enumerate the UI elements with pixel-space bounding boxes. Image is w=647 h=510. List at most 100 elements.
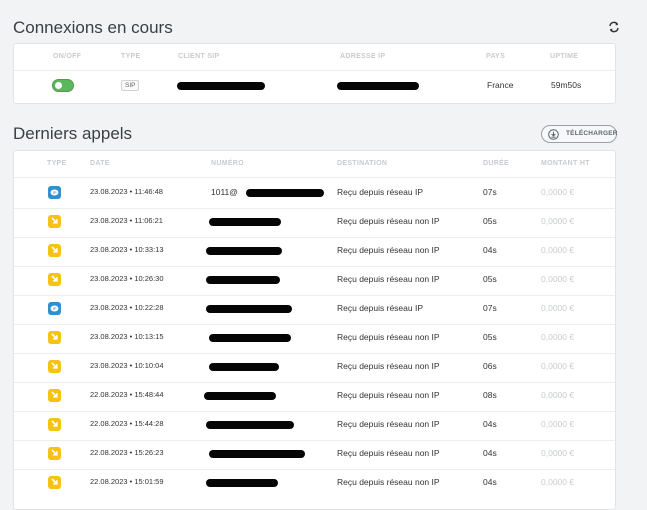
- call-destination: Reçu depuis réseau non IP: [337, 216, 440, 226]
- header-destination: DESTINATION: [337, 160, 388, 167]
- uptime-value: 59m50s: [551, 80, 582, 90]
- call-amount: 0,0000 €: [541, 274, 575, 284]
- call-date: 22.08.2023 • 15:26:23: [90, 448, 164, 457]
- incoming-call-icon: [48, 360, 61, 373]
- call-duration: 04s: [483, 477, 497, 487]
- download-icon: [548, 129, 559, 140]
- header-client-sip: CLIENT SIP: [178, 53, 220, 60]
- header-onoff: ON/OFF: [53, 53, 82, 60]
- table-row[interactable]: 23.08.2023 • 10:26:30 Reçu depuis réseau …: [14, 266, 615, 295]
- call-amount: 0,0000 €: [541, 245, 575, 255]
- ip-call-icon: IP: [48, 186, 61, 199]
- connexions-card: ON/OFF TYPE CLIENT SIP ADRESSE IP PAYS U…: [13, 43, 616, 104]
- call-date: 22.08.2023 • 15:01:59: [90, 477, 164, 486]
- call-duration: 04s: [483, 419, 497, 429]
- svg-text:IP: IP: [53, 306, 57, 311]
- header-numero: NUMÉRO: [211, 160, 244, 167]
- appels-title: Derniers appels: [13, 124, 133, 143]
- call-destination: Reçu depuis réseau non IP: [337, 448, 440, 458]
- table-row[interactable]: 22.08.2023 • 15:01:59 Reçu depuis réseau …: [14, 469, 615, 498]
- call-number-redacted: [206, 305, 292, 313]
- call-destination: Reçu depuis réseau non IP: [337, 274, 440, 284]
- call-duration: 05s: [483, 274, 497, 284]
- header-date: DATE: [90, 160, 110, 167]
- call-number-redacted: [206, 276, 280, 284]
- call-destination: Reçu depuis réseau non IP: [337, 361, 440, 371]
- call-duration: 06s: [483, 361, 497, 371]
- call-amount: 0,0000 €: [541, 419, 575, 429]
- table-row[interactable]: 22.08.2023 • 15:48:44 Reçu depuis réseau …: [14, 382, 615, 411]
- call-number-redacted: [246, 189, 324, 197]
- incoming-call-icon: [48, 389, 61, 402]
- incoming-call-icon: [48, 447, 61, 460]
- call-destination: Reçu depuis réseau IP: [337, 303, 423, 313]
- call-amount: 0,0000 €: [541, 477, 575, 487]
- incoming-call-icon: [48, 215, 61, 228]
- appels-card: TYPE DATE NUMÉRO DESTINATION DURÉE MONTA…: [13, 150, 616, 510]
- svg-text:IP: IP: [53, 190, 57, 195]
- call-destination: Reçu depuis réseau IP: [337, 187, 423, 197]
- call-amount: 0,0000 €: [541, 187, 575, 197]
- call-destination: Reçu depuis réseau non IP: [337, 419, 440, 429]
- call-amount: 0,0000 €: [541, 448, 575, 458]
- incoming-call-icon: [48, 418, 61, 431]
- call-destination: Reçu depuis réseau non IP: [337, 390, 440, 400]
- call-number-redacted: [206, 421, 294, 429]
- call-duration: 05s: [483, 332, 497, 342]
- call-duration: 07s: [483, 303, 497, 313]
- call-date: 23.08.2023 • 10:33:13: [90, 245, 164, 254]
- header-pays: PAYS: [486, 53, 506, 60]
- refresh-icon[interactable]: [607, 20, 621, 34]
- table-row[interactable]: 23.08.2023 • 10:13:15 Reçu depuis réseau …: [14, 324, 615, 353]
- table-row[interactable]: IP 23.08.2023 • 10:22:28 Reçu depuis résea…: [14, 295, 615, 324]
- call-date: 22.08.2023 • 15:48:44: [90, 390, 164, 399]
- call-destination: Reçu depuis réseau non IP: [337, 477, 440, 487]
- call-date: 23.08.2023 • 10:22:28: [90, 303, 164, 312]
- table-row[interactable]: 22.08.2023 • 15:44:28 Reçu depuis réseau …: [14, 411, 615, 440]
- ip-call-icon: IP: [48, 302, 61, 315]
- table-row[interactable]: 23.08.2023 • 11:06:21 Reçu depuis réseau …: [14, 208, 615, 237]
- table-row[interactable]: IP 23.08.2023 • 11:46:48 1011@ Reçu depuis …: [14, 179, 615, 208]
- incoming-call-icon: [48, 244, 61, 257]
- header-montant: MONTANT HT: [541, 160, 590, 167]
- header-type: TYPE: [121, 53, 141, 60]
- call-number-redacted: [209, 363, 279, 371]
- call-number-redacted: [209, 450, 305, 458]
- call-date: 23.08.2023 • 10:10:04: [90, 361, 164, 370]
- call-amount: 0,0000 €: [541, 361, 575, 371]
- table-row[interactable]: 22.08.2023 • 15:26:23 Reçu depuis réseau …: [14, 440, 615, 469]
- call-date: 23.08.2023 • 10:26:30: [90, 274, 164, 283]
- ip-redacted: [337, 82, 419, 90]
- call-duration: 07s: [483, 187, 497, 197]
- connexions-title: Connexions en cours: [13, 18, 173, 37]
- toggle-knob: [55, 82, 62, 89]
- call-number-redacted: [206, 479, 278, 487]
- call-duration: 04s: [483, 245, 497, 255]
- call-date: 22.08.2023 • 15:44:28: [90, 419, 164, 428]
- call-duration: 08s: [483, 390, 497, 400]
- header-adresse-ip: ADRESSE IP: [340, 53, 386, 60]
- call-destination: Reçu depuis réseau non IP: [337, 332, 440, 342]
- call-number-redacted: [206, 247, 282, 255]
- call-duration: 05s: [483, 216, 497, 226]
- incoming-call-icon: [48, 273, 61, 286]
- download-button[interactable]: TÉLÉCHARGER: [541, 125, 617, 143]
- call-date: 23.08.2023 • 10:13:15: [90, 332, 164, 341]
- type-badge: SIP: [121, 80, 140, 91]
- onoff-toggle[interactable]: [52, 79, 74, 92]
- call-number-visible: 1011@: [211, 187, 238, 197]
- call-destination: Reçu depuis réseau non IP: [337, 245, 440, 255]
- incoming-call-icon: [48, 331, 61, 344]
- header-duree: DURÉE: [483, 160, 510, 167]
- call-amount: 0,0000 €: [541, 390, 575, 400]
- table-row[interactable]: 23.08.2023 • 10:10:04 Reçu depuis réseau …: [14, 353, 615, 382]
- call-number-redacted: [204, 392, 276, 400]
- call-amount: 0,0000 €: [541, 332, 575, 342]
- table-row[interactable]: 23.08.2023 • 10:33:13 Reçu depuis réseau …: [14, 237, 615, 266]
- call-amount: 0,0000 €: [541, 303, 575, 313]
- call-date: 23.08.2023 • 11:46:48: [90, 187, 163, 196]
- call-number-redacted: [209, 218, 281, 226]
- call-amount: 0,0000 €: [541, 216, 575, 226]
- header-type: TYPE: [47, 160, 67, 167]
- client-sip-redacted: [177, 82, 265, 90]
